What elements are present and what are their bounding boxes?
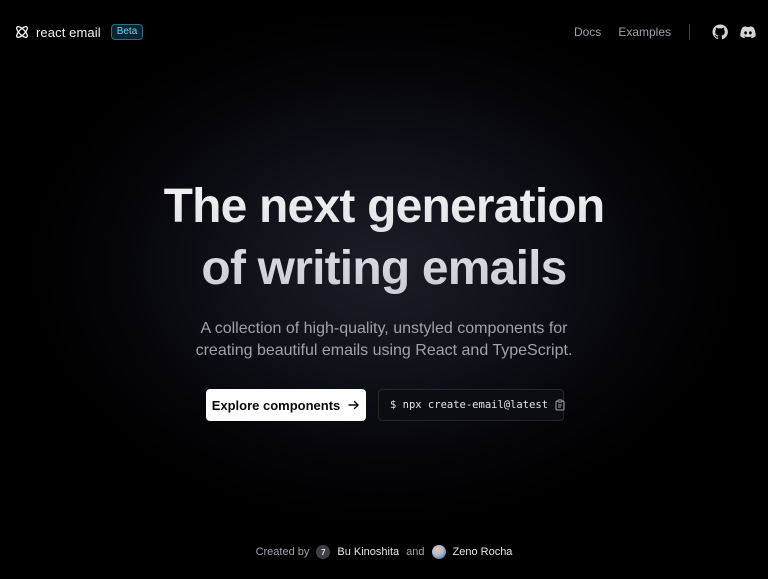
top-nav: Docs Examples — [574, 22, 756, 42]
footer-credits: Created by 7 Bu Kinoshita and Zeno Rocha — [0, 543, 768, 561]
avatar — [431, 545, 446, 559]
github-icon[interactable] — [712, 24, 728, 40]
explore-components-label: Explore components — [211, 397, 341, 413]
and-label: and — [406, 546, 425, 558]
hero-subtitle-line-2: creating beautiful emails using React an… — [195, 342, 573, 359]
avatar-initial: 7 — [321, 547, 326, 557]
hero-title-line-2: of writing emails — [201, 242, 567, 295]
nav-link-docs[interactable]: Docs — [574, 25, 601, 39]
hero-title-line-1: The next generation — [163, 180, 605, 233]
discord-icon[interactable] — [740, 24, 756, 40]
clipboard-icon[interactable] — [554, 399, 566, 411]
avatar: 7 — [316, 545, 331, 559]
nav-link-examples[interactable]: Examples — [618, 25, 671, 39]
react-email-logo-icon — [14, 24, 30, 40]
top-header: react email Beta Docs Examples — [0, 0, 768, 64]
explore-components-button[interactable]: Explore components — [206, 389, 366, 421]
brand[interactable]: react email Beta — [14, 22, 144, 42]
brand-name: react email — [36, 24, 101, 40]
author-bu-kinoshita[interactable]: Bu Kinoshita — [337, 546, 399, 558]
install-command-text: $ npx create-email@latest — [390, 399, 549, 411]
hero-subtitle: A collection of high-quality, unstyled c… — [0, 318, 768, 362]
hero-subtitle-line-1: A collection of high-quality, unstyled c… — [200, 320, 568, 337]
nav-divider — [689, 24, 690, 40]
created-by-label: Created by — [255, 546, 310, 558]
author-zeno-rocha[interactable]: Zeno Rocha — [453, 546, 513, 558]
hero-title: The next generation of writing emails — [0, 176, 768, 300]
beta-badge: Beta — [110, 24, 144, 40]
arrow-right-icon — [348, 399, 360, 411]
install-command-box[interactable]: $ npx create-email@latest — [378, 389, 566, 421]
